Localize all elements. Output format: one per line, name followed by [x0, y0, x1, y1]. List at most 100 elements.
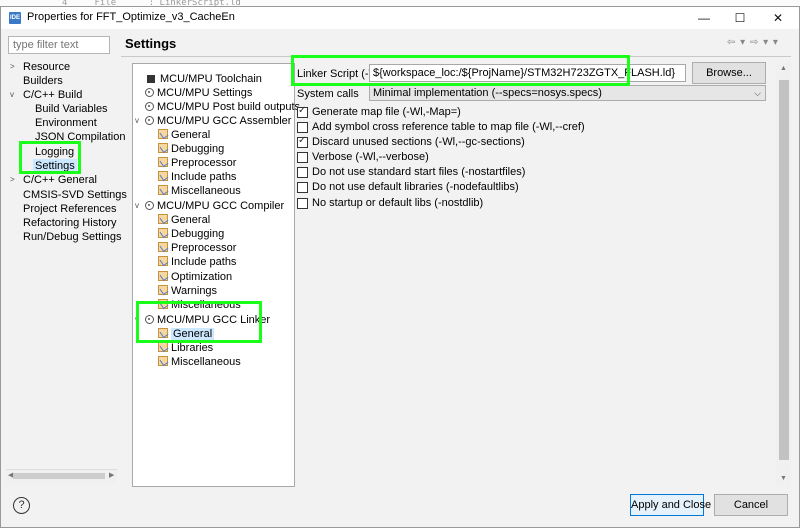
tree-label: Optimization [171, 271, 233, 283]
tree-label: Include paths [171, 256, 237, 268]
tree-item-cc-general[interactable]: General [158, 213, 210, 227]
tree-item-compiler[interactable]: MCU/MPU GCC Compiler [145, 199, 284, 213]
tree-label: General [171, 129, 211, 141]
tree-label: General [171, 214, 211, 226]
gear-icon [145, 201, 154, 210]
tree-label: Miscellaneous [171, 356, 241, 368]
generate-map-label: Generate map file (-Wl,-Map=) [312, 106, 461, 118]
tree-label: Debugging [171, 228, 225, 240]
options-scroll-thumb[interactable] [779, 80, 789, 460]
tree-item-post-build[interactable]: MCU/MPU Post build outputs [145, 100, 300, 114]
system-calls-value: Minimal implementation (--specs=nosys.sp… [373, 87, 602, 99]
nav-item-builders[interactable]: Builders [23, 74, 63, 88]
nodefaultlibs-checkbox[interactable] [297, 182, 308, 193]
tree-item-ld-miscellaneous[interactable]: Miscellaneous [158, 355, 241, 369]
apply-and-close-button[interactable]: Apply and Close [630, 494, 711, 516]
nav-item-environment[interactable]: Environment [35, 116, 97, 130]
option-icon [158, 143, 168, 153]
gear-icon [145, 116, 154, 125]
tree-label: Libraries [171, 342, 214, 354]
chevron-down-icon[interactable]: v [135, 114, 139, 128]
tree-item-cc-include-paths[interactable]: Include paths [158, 255, 236, 269]
nostartfiles-checkbox[interactable] [297, 167, 308, 178]
tree-label: MCU/MPU Settings [157, 87, 253, 99]
option-icon [158, 228, 168, 238]
tree-label: Miscellaneous [171, 185, 241, 197]
gc-sections-checkbox[interactable] [297, 135, 308, 148]
nav-item-resource[interactable]: Resource [23, 60, 70, 74]
minimize-button[interactable]: — [687, 7, 721, 29]
tool-settings-tree: MCU/MPU Toolchain MCU/MPU Settings MCU/M… [132, 63, 300, 487]
help-icon[interactable]: ? [13, 497, 30, 514]
nav-item-project-references[interactable]: Project References [23, 202, 117, 216]
nav-item-cmsis-svd[interactable]: CMSIS-SVD Settings [23, 188, 127, 202]
tree-label: MCU/MPU GCC Assembler [157, 115, 292, 127]
nostdlib-label: No startup or default libs (-nostdlib) [312, 197, 484, 209]
scroll-up-icon[interactable]: ▲ [780, 65, 787, 72]
nav-item-refactoring-history[interactable]: Refactoring History [23, 216, 117, 230]
tree-item-cc-optimization[interactable]: Optimization [158, 270, 232, 284]
chevron-down-icon[interactable]: v [10, 88, 14, 102]
nav-item-cpp-general[interactable]: C/C++ General [23, 173, 97, 187]
history-nav-arrows[interactable]: ⇦ ▾ ⇨ ▾ ▾ [727, 37, 779, 48]
properties-nav-tree: > Resource Builders v C/C++ Build Build … [6, 57, 127, 477]
nav-item-run-debug-settings[interactable]: Run/Debug Settings [23, 230, 121, 244]
highlight-linker-script [291, 55, 630, 86]
scroll-right-icon[interactable]: ▶ [109, 471, 114, 479]
nav-item-build-variables[interactable]: Build Variables [35, 102, 108, 116]
option-icon [158, 271, 168, 281]
tree-label: Warnings [171, 285, 218, 297]
tree-label: Debugging [171, 143, 225, 155]
tree-item-asm-debugging[interactable]: Debugging [158, 142, 224, 156]
tree-item-ld-libraries[interactable]: Libraries [158, 341, 213, 355]
tree-item-assembler[interactable]: MCU/MPU GCC Assembler [145, 114, 291, 128]
tree-item-asm-general[interactable]: General [158, 128, 210, 142]
window-title: Properties for FFT_Optimize_v3_CacheEn [27, 11, 235, 23]
browse-button[interactable]: Browse... [692, 62, 766, 84]
scroll-down-icon[interactable]: ▼ [780, 475, 787, 482]
tree-item-asm-preprocessor[interactable]: Preprocessor [158, 156, 236, 170]
tree-item-mcu-settings[interactable]: MCU/MPU Settings [145, 86, 252, 100]
cref-checkbox[interactable] [297, 122, 308, 133]
nodefaultlibs-label: Do not use default libraries (-nodefault… [312, 181, 519, 193]
tree-item-cc-preprocessor[interactable]: Preprocessor [158, 241, 236, 255]
cref-label: Add symbol cross reference table to map … [312, 121, 585, 133]
tree-label: Preprocessor [171, 242, 237, 254]
tree-label: Preprocessor [171, 157, 237, 169]
nav-item-cpp-build[interactable]: C/C++ Build [23, 88, 82, 102]
chip-icon [147, 75, 155, 83]
gear-icon [145, 102, 154, 111]
option-icon [158, 157, 168, 167]
close-button[interactable]: ✕ [761, 7, 795, 29]
nav-scroll-thumb[interactable] [13, 473, 105, 479]
maximize-button[interactable]: ☐ [723, 7, 757, 29]
tree-item-asm-include-paths[interactable]: Include paths [158, 170, 236, 184]
chevron-down-icon[interactable]: v [135, 199, 139, 213]
tree-label: MCU/MPU Toolchain [160, 73, 262, 85]
cancel-button[interactable]: Cancel [714, 494, 788, 516]
verbose-label: Verbose (-Wl,--verbose) [312, 151, 429, 163]
tree-item-toolchain[interactable]: MCU/MPU Toolchain [147, 72, 262, 86]
properties-dialog: IDE Properties for FFT_Optimize_v3_Cache… [0, 6, 800, 528]
system-calls-select[interactable]: Minimal implementation (--specs=nosys.sp… [369, 85, 766, 101]
option-icon [158, 129, 168, 139]
chevron-right-icon[interactable]: > [10, 60, 15, 74]
title-bar: IDE Properties for FFT_Optimize_v3_Cache… [1, 7, 799, 29]
option-icon [158, 342, 168, 352]
option-icon [158, 185, 168, 195]
page-title: Settings [125, 36, 177, 51]
system-calls-label: System calls [297, 88, 359, 100]
nostdlib-checkbox[interactable] [297, 198, 308, 209]
option-icon [158, 256, 168, 266]
option-icon [158, 242, 168, 252]
filter-input[interactable] [8, 36, 110, 54]
chevron-right-icon[interactable]: > [10, 173, 15, 187]
tree-item-cc-debugging[interactable]: Debugging [158, 227, 224, 241]
tree-item-asm-miscellaneous[interactable]: Miscellaneous [158, 184, 241, 198]
verbose-checkbox[interactable] [297, 152, 308, 163]
option-icon [158, 356, 168, 366]
chevron-down-icon: ⌵ [754, 88, 761, 98]
tree-item-cc-warnings[interactable]: Warnings [158, 284, 217, 298]
generate-map-checkbox[interactable] [297, 105, 308, 118]
nostartfiles-label: Do not use standard start files (-nostar… [312, 166, 526, 178]
